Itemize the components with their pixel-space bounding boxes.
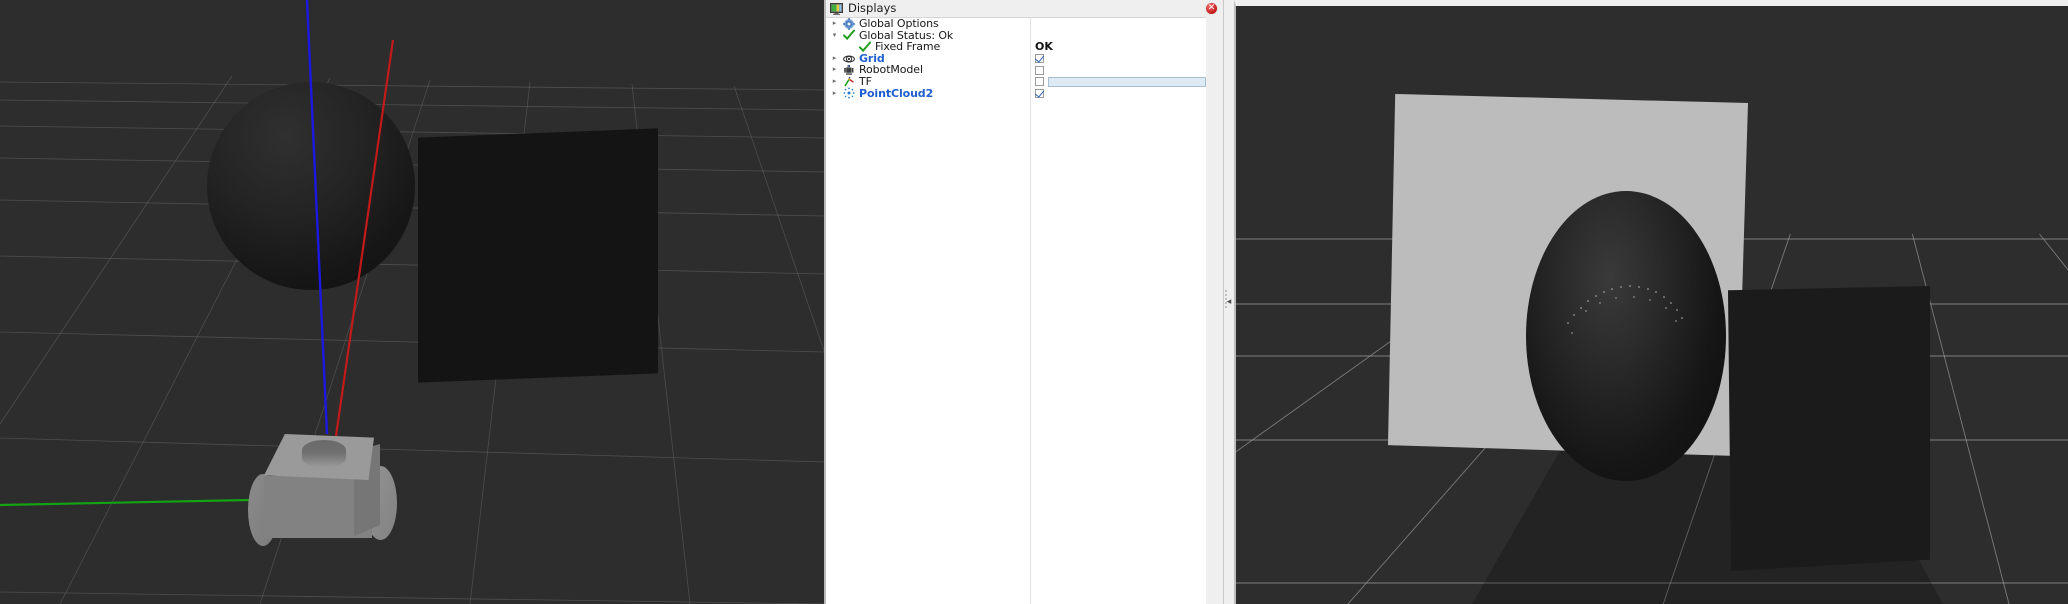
- grid-display-icon: [841, 53, 856, 65]
- panel-splitter[interactable]: ◂: [1224, 0, 1234, 604]
- display-row-label: TF: [859, 74, 872, 88]
- display-value-editor[interactable]: [1048, 76, 1206, 87]
- rviz-window: Displays ✕ ▸ Global Options ▾ Global Status…: [0, 0, 2068, 604]
- robot-model: [248, 422, 398, 546]
- displays-tree-value-column: OK: [1031, 18, 1206, 604]
- pointcloud-box: [1728, 286, 1930, 571]
- display-enabled-checkbox[interactable]: [1035, 65, 1044, 75]
- display-row-pointcloud2[interactable]: ▸ PointCloud2: [826, 86, 1030, 100]
- displays-tree[interactable]: ▸ Global Options ▾ Global Status: Ok Fixed F…: [826, 17, 1206, 604]
- chevron-right-icon[interactable]: ▸: [828, 64, 841, 76]
- pointcloud-icon: [841, 87, 856, 99]
- display-row-label: PointCloud2: [859, 86, 934, 100]
- displays-tree-rows: ▸ Global Options ▾ Global Status: Ok Fixed F…: [826, 18, 1030, 604]
- close-icon[interactable]: ✕: [1205, 2, 1218, 15]
- check-icon: [841, 29, 856, 41]
- display-enabled-checkbox[interactable]: [1035, 77, 1044, 87]
- display-value-cell[interactable]: [1031, 64, 1206, 76]
- chevron-right-icon[interactable]: ▸: [828, 88, 841, 100]
- sphere-obstacle: [207, 82, 415, 290]
- display-row-robotmodel[interactable]: ▸ RobotModel: [826, 64, 1030, 76]
- displays-panel: Displays ✕ ▸ Global Options ▾ Global Status…: [824, 0, 1224, 604]
- display-row-grid[interactable]: ▸ Grid: [826, 53, 1030, 65]
- displays-panel-titlebar: Displays ✕: [826, 0, 1223, 17]
- monitor-icon: [830, 2, 843, 15]
- gear-icon: [841, 18, 856, 30]
- chevron-right-icon[interactable]: ▸: [828, 76, 841, 88]
- tf-icon: [841, 76, 856, 88]
- close-glyph: ✕: [1207, 3, 1216, 13]
- displays-tree-name-column: ▸ Global Options ▾ Global Status: Ok Fixed F…: [826, 18, 1031, 604]
- display-value-cell: [1031, 30, 1206, 42]
- displays-panel-scrollbar[interactable]: [1207, 18, 1222, 604]
- status-value: OK: [1035, 40, 1053, 54]
- display-value-cell[interactable]: [1031, 53, 1206, 65]
- collapse-left-icon[interactable]: ◂: [1227, 297, 1232, 307]
- robot-sensor-cylinder: [302, 440, 346, 468]
- display-row-label: Global Options: [859, 17, 939, 30]
- render-view-right[interactable]: [1234, 0, 2068, 604]
- display-value-cell[interactable]: [1031, 76, 1206, 88]
- chevron-right-icon[interactable]: ▸: [828, 53, 841, 65]
- grid-floor-left: [0, 75, 824, 604]
- display-row-tf[interactable]: ▸ TF: [826, 76, 1030, 88]
- displays-tree-value-rows: OK: [1031, 18, 1206, 604]
- display-enabled-checkbox[interactable]: [1035, 88, 1044, 98]
- display-row-label: Fixed Frame: [875, 40, 941, 54]
- display-value-cell[interactable]: OK: [1031, 41, 1206, 53]
- wall-obstacle: [418, 128, 658, 383]
- robotmodel-icon: [841, 64, 856, 76]
- chevron-down-icon[interactable]: ▾: [828, 30, 841, 42]
- pointcloud-speckle: [1567, 285, 1683, 334]
- display-enabled-checkbox[interactable]: [1035, 54, 1044, 64]
- display-row-fixed-frame[interactable]: Fixed Frame: [826, 41, 1030, 53]
- display-row-global-options[interactable]: ▸ Global Options: [826, 18, 1030, 30]
- display-value-cell: [1031, 18, 1206, 30]
- panel-title: Displays: [848, 1, 897, 15]
- display-value-cell[interactable]: [1031, 88, 1206, 100]
- chevron-right-icon[interactable]: ▸: [828, 18, 841, 30]
- splitter-grip: [1225, 290, 1227, 308]
- render-view-left[interactable]: [0, 0, 824, 604]
